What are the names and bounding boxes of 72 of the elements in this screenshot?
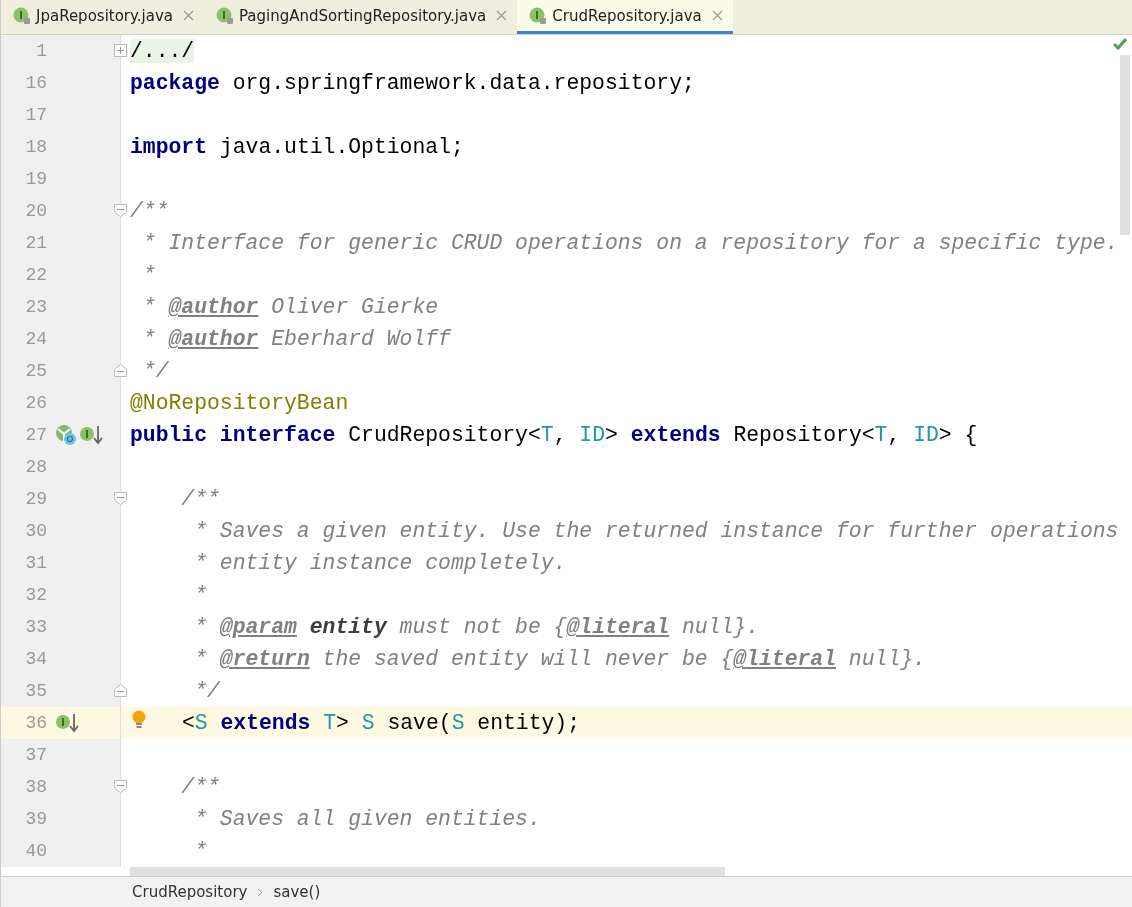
line-number: 33 (24, 617, 47, 637)
file-tab[interactable]: CrudRepository.java (517, 0, 733, 34)
code-line: * @author Eberhard Wolff (141, 327, 451, 351)
line-number: 39 (24, 809, 47, 829)
line-number: 35 (24, 681, 47, 701)
code-line: * (141, 263, 156, 287)
code-line: * (193, 583, 208, 607)
code-line: * Saves all given entities. (193, 807, 541, 831)
line-number: 34 (24, 649, 47, 669)
code-line: * @author Oliver Gierke (141, 295, 439, 319)
file-tab[interactable]: JpaRepository.java (1, 0, 204, 34)
interface-icon (13, 6, 31, 25)
code-line: package org.springframework.data.repository; (130, 71, 695, 95)
line-number: 20 (24, 201, 47, 221)
fold-icon[interactable] (114, 492, 127, 505)
line-number: 30 (24, 521, 47, 541)
line-number: 22 (24, 265, 47, 285)
line-number: 17 (24, 105, 47, 125)
line-number: 1 (35, 41, 47, 61)
line-number: 16 (24, 73, 47, 93)
code-line: * @return the saved entity will never be {@literal null}. (193, 647, 926, 671)
line-number: 24 (24, 329, 47, 349)
scrollbar-thumb[interactable] (1120, 55, 1130, 235)
code-line: import java.util.Optional; (130, 135, 464, 159)
close-icon[interactable] (182, 10, 194, 21)
code-line: */ (141, 359, 169, 383)
code-line: */ (193, 679, 220, 703)
line-number: 23 (24, 297, 47, 317)
file-tab[interactable]: PagingAndSortingRepository.java (203, 0, 518, 34)
fold-icon[interactable] (114, 780, 127, 793)
line-number: 29 (24, 489, 47, 509)
code-line: * entity instance completely. (193, 551, 567, 575)
chevron-icon (257, 887, 264, 897)
interface-icon (215, 6, 234, 25)
line-number: 36 (24, 713, 47, 733)
line-number: 28 (24, 457, 47, 477)
code-line: /** (130, 199, 169, 223)
expand-icon[interactable] (114, 44, 127, 57)
code-line: * Interface for generic CRUD operations on a repository for a specific type. (141, 231, 1119, 255)
line-number: 25 (24, 361, 47, 381)
breadcrumb[interactable]: save() (273, 883, 321, 901)
close-icon[interactable] (711, 10, 723, 21)
code-line: /** (180, 775, 220, 799)
line-number: 40 (24, 841, 47, 861)
code-line: * Saves a given entity. Use the returned instance for further operations (193, 519, 1119, 543)
code-line: public interface CrudRepository<T, ID> extends Repository<T, ID> { (130, 423, 978, 447)
line-number: 38 (24, 777, 47, 797)
fold-icon[interactable] (114, 204, 127, 217)
code-line: * (193, 839, 208, 863)
line-number: 31 (24, 553, 47, 573)
code-line: /** (180, 487, 220, 511)
line-number: 21 (24, 233, 47, 253)
code-line: @NoRepositoryBean (130, 391, 349, 415)
check-icon[interactable] (1113, 38, 1127, 50)
fold-end-icon[interactable] (114, 364, 127, 377)
line-number: 27 (24, 425, 47, 445)
code-line: <S extends T> S save(S entity); (182, 711, 580, 735)
lightbulb-icon[interactable] (131, 710, 147, 730)
line-number: 19 (24, 169, 47, 189)
close-icon[interactable] (496, 10, 508, 21)
breadcrumb[interactable]: CrudRepository (132, 883, 248, 901)
line-number: 26 (24, 393, 47, 413)
code-line: * @param entity must not be {@literal null}. (193, 615, 760, 639)
line-number: 37 (24, 745, 47, 765)
hierarchy-icon[interactable] (55, 424, 77, 446)
interface-icon (529, 6, 548, 25)
horizontal-scrollbar[interactable] (130, 867, 725, 876)
implements-arrow-icon[interactable] (55, 712, 79, 734)
fold-end-icon[interactable] (114, 684, 127, 697)
line-number: 18 (24, 137, 47, 157)
implements-arrow-icon[interactable] (79, 424, 103, 446)
line-number: 32 (24, 585, 47, 605)
